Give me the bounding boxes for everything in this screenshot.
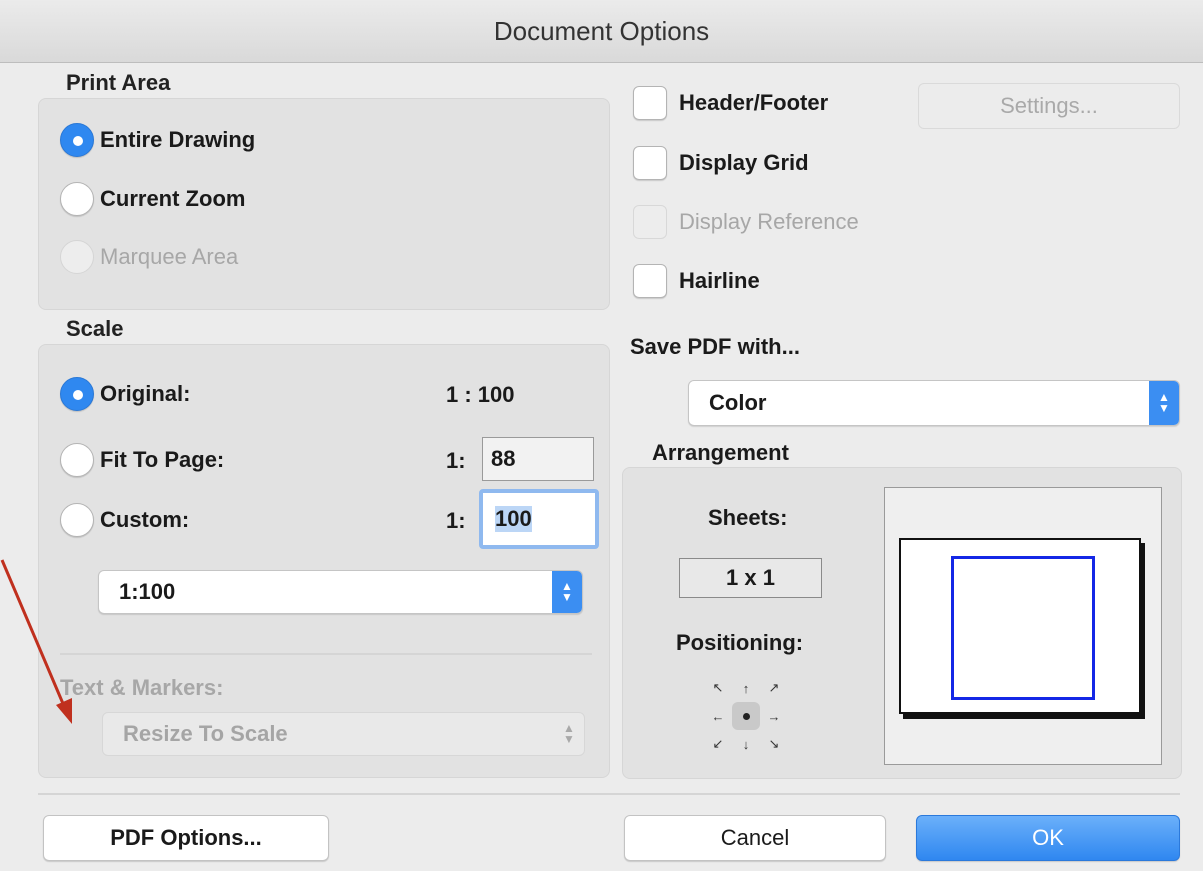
radio-label-fit-to-page: Fit To Page: <box>100 447 225 472</box>
radio-custom[interactable]: Custom: <box>60 503 189 537</box>
arrow-right-icon[interactable]: → <box>760 702 788 730</box>
window-title: Document Options <box>0 0 1203 63</box>
checkbox-box[interactable] <box>633 146 667 180</box>
arrow-left-icon[interactable]: ← <box>704 702 732 730</box>
print-area-preview-rect <box>951 556 1095 700</box>
text-markers-value: Resize To Scale <box>123 721 288 746</box>
hairline-label: Hairline <box>679 268 760 293</box>
pdf-options-button[interactable]: PDF Options... <box>43 815 329 861</box>
radio-original[interactable]: Original: <box>60 377 190 411</box>
settings-button: Settings... <box>918 83 1180 129</box>
arrow-up-right-icon[interactable]: ↗ <box>760 674 788 702</box>
cancel-button[interactable]: Cancel <box>624 815 886 861</box>
center-position-button[interactable] <box>732 702 760 730</box>
ok-button[interactable]: OK <box>916 815 1180 861</box>
sheets-value-box: 1 x 1 <box>679 558 822 598</box>
center-dot-icon <box>742 712 750 720</box>
radio-marquee-area: Marquee Area <box>60 240 238 274</box>
radio-label-current-zoom: Current Zoom <box>100 186 246 211</box>
radio-button[interactable] <box>60 503 94 537</box>
arrangement-label: Arrangement <box>652 440 789 465</box>
sheets-label: Sheets: <box>708 505 788 530</box>
radio-button-selected[interactable] <box>60 377 94 411</box>
custom-prefix: 1: <box>446 508 466 533</box>
arrow-down-right-icon[interactable]: ↘ <box>760 730 788 758</box>
scale-preset-value: 1:100 <box>119 579 176 604</box>
checkbox-hairline[interactable]: Hairline <box>633 264 760 298</box>
scale-preset-popup[interactable]: 1:100 ▲ ▼ <box>98 570 583 614</box>
radio-button[interactable] <box>60 443 94 477</box>
display-grid-label: Display Grid <box>679 150 809 175</box>
arrow-down-left-icon[interactable]: ↙ <box>704 730 732 758</box>
radio-label-marquee-area: Marquee Area <box>100 244 239 269</box>
radio-fit-to-page[interactable]: Fit To Page: <box>60 443 224 477</box>
checkbox-box[interactable] <box>633 264 667 298</box>
positioning-grid[interactable]: ↖ ↑ ↗ ← → ↙ ↓ ↘ <box>704 674 788 758</box>
custom-scale-field[interactable]: 100 <box>479 489 599 549</box>
custom-scale-value: 100 <box>495 506 532 532</box>
checkbox-display-grid[interactable]: Display Grid <box>633 146 809 180</box>
checkbox-header-footer[interactable]: Header/Footer <box>633 86 828 120</box>
radio-label-original: Original: <box>100 381 191 406</box>
checkbox-box[interactable] <box>633 86 667 120</box>
text-markers-label: Text & Markers: <box>60 675 224 700</box>
radio-button[interactable] <box>60 182 94 216</box>
print-area-label: Print Area <box>66 70 171 95</box>
save-pdf-label: Save PDF with... <box>630 334 800 359</box>
radio-label-entire-drawing: Entire Drawing <box>100 127 256 152</box>
arrow-down-icon[interactable]: ↓ <box>732 730 760 758</box>
radio-button-selected[interactable] <box>60 123 94 157</box>
save-pdf-popup[interactable]: Color ▲ ▼ <box>688 380 1180 426</box>
checkbox-box-disabled <box>633 205 667 239</box>
text-markers-popup: Resize To Scale ▲ ▼ <box>102 712 585 756</box>
chevron-updown-icon: ▲ ▼ <box>563 721 575 746</box>
scale-divider <box>60 653 592 655</box>
footer-divider <box>38 793 1180 795</box>
display-reference-label: Display Reference <box>679 209 859 234</box>
chevron-updown-icon: ▲ ▼ <box>1149 381 1179 425</box>
document-options-dialog: Document Options Print Area Entire Drawi… <box>0 0 1203 871</box>
radio-current-zoom[interactable]: Current Zoom <box>60 182 245 216</box>
radio-button-disabled <box>60 240 94 274</box>
radio-label-custom: Custom: <box>100 507 190 532</box>
fit-to-page-prefix: 1: <box>446 448 466 473</box>
scale-label: Scale <box>66 316 124 341</box>
checkbox-display-reference: Display Reference <box>633 205 859 239</box>
fit-to-page-field: 88 <box>482 437 594 481</box>
positioning-label: Positioning: <box>676 630 804 655</box>
radio-entire-drawing[interactable]: Entire Drawing <box>60 123 255 157</box>
arrow-up-icon[interactable]: ↑ <box>732 674 760 702</box>
original-scale-value: 1 : 100 <box>446 382 515 407</box>
arrow-up-left-icon[interactable]: ↖ <box>704 674 732 702</box>
save-pdf-value: Color <box>709 390 767 415</box>
sheet-preview <box>884 487 1162 765</box>
header-footer-label: Header/Footer <box>679 90 829 115</box>
chevron-updown-icon: ▲ ▼ <box>552 571 582 613</box>
